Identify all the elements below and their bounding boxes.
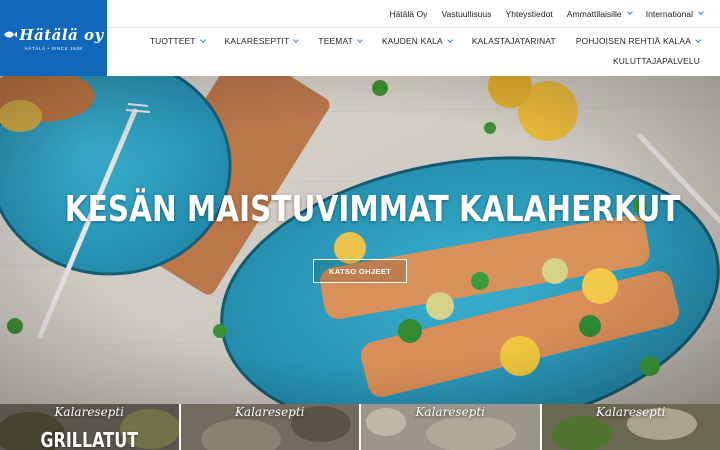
top-link-label: Ammattilaisille	[566, 8, 622, 19]
logo[interactable]: Hätälä oy HÄTÄLÄ • SINCE 1938	[0, 0, 107, 76]
card-kicker: Kalaresepti	[415, 405, 486, 419]
site-header: Hätälä oy HÄTÄLÄ • SINCE 1938 Hätälä Oy …	[0, 0, 720, 76]
card-kicker: Kalaresepti	[234, 405, 305, 419]
nav-item-label: KALARESEPTIT	[224, 36, 290, 46]
nav-item-kauden-kala[interactable]: KAUDEN KALA	[372, 36, 462, 46]
hero-cta-button[interactable]: KATSO OHJEET	[313, 259, 407, 283]
top-link-label: Vastuullisuus	[441, 8, 492, 19]
logo-text: Hätälä oy	[19, 25, 104, 44]
top-link-label: Hätälä Oy	[389, 8, 428, 19]
chevron-down-icon	[626, 9, 633, 15]
top-link-vastuullisuus[interactable]: Vastuullisuus	[434, 9, 498, 19]
top-link-label: International	[645, 8, 693, 19]
hero-food-image	[0, 76, 720, 406]
top-link-yhteystiedot[interactable]: Yhteystiedot	[498, 9, 559, 19]
chevron-down-icon	[357, 36, 363, 43]
top-link-label: Yhteystiedot	[505, 8, 553, 19]
chevron-down-icon	[446, 36, 453, 43]
chevron-down-icon	[698, 9, 704, 15]
chevron-down-icon	[293, 36, 300, 43]
card-kicker: Kalaresepti	[595, 405, 666, 419]
recipe-card[interactable]: Kalaresepti GRILLATUT	[0, 404, 179, 450]
nav-item-label: KALASTAJATARINAT	[471, 36, 556, 46]
nav-item-kuluttajapalvelu[interactable]: KULUTTAJAPALVELU	[603, 56, 710, 66]
hero-banner: KESÄN MAISTUVIMMAT KALAHERKUT KATSO OHJE…	[0, 76, 720, 406]
nav-item-kalareseptit[interactable]: KALARESEPTIT	[215, 36, 309, 46]
recipe-cards: Kalaresepti GRILLATUT Kalaresepti Kalare…	[0, 404, 720, 450]
hero-title: KESÄN MAISTUVIMMAT KALAHERKUT	[64, 189, 681, 230]
card-title: GRILLATUT	[40, 428, 139, 450]
main-nav-row2: KULUTTAJAPALVELU	[603, 53, 710, 69]
top-links: Hätälä Oy Vastuullisuus Yhteystiedot Amm…	[382, 0, 710, 27]
nav-item-teemat[interactable]: TEEMAT	[308, 36, 372, 46]
recipe-card[interactable]: Kalaresepti	[361, 404, 540, 450]
nav-item-label: KULUTTAJAPALVELU	[613, 56, 700, 66]
logo-tagline: HÄTÄLÄ • SINCE 1938	[24, 45, 83, 51]
top-link-hatala-oy[interactable]: Hätälä Oy	[382, 9, 434, 19]
nav-item-tuotteet[interactable]: TUOTTEET	[140, 36, 215, 46]
recipe-card[interactable]: Kalaresepti	[541, 404, 720, 450]
recipe-card[interactable]: Kalaresepti	[180, 404, 359, 450]
card-kicker: Kalaresepti	[54, 405, 125, 419]
nav-item-pohjoisen-rehtia-kalaa[interactable]: POHJOISEN REHTIÄ KALAA	[566, 36, 710, 46]
nav-item-label: KAUDEN KALA	[381, 36, 443, 46]
nav-item-kalastajatarinat[interactable]: KALASTAJATARINAT	[462, 36, 566, 46]
top-link-ammattilaisille[interactable]: Ammattilaisille	[560, 9, 639, 19]
logo-mark: Hätälä oy	[3, 26, 103, 44]
top-link-international[interactable]: International	[639, 9, 710, 19]
nav-item-label: POHJOISEN REHTIÄ KALAA	[575, 36, 691, 46]
main-nav: TUOTTEET KALARESEPTIT TEEMAT KAUDEN KALA…	[140, 28, 710, 54]
nav-item-label: TUOTTEET	[149, 36, 196, 46]
nav-item-label: TEEMAT	[318, 36, 353, 46]
chevron-down-icon	[199, 36, 206, 43]
fish-logo-icon	[4, 31, 18, 38]
chevron-down-icon	[695, 36, 701, 43]
